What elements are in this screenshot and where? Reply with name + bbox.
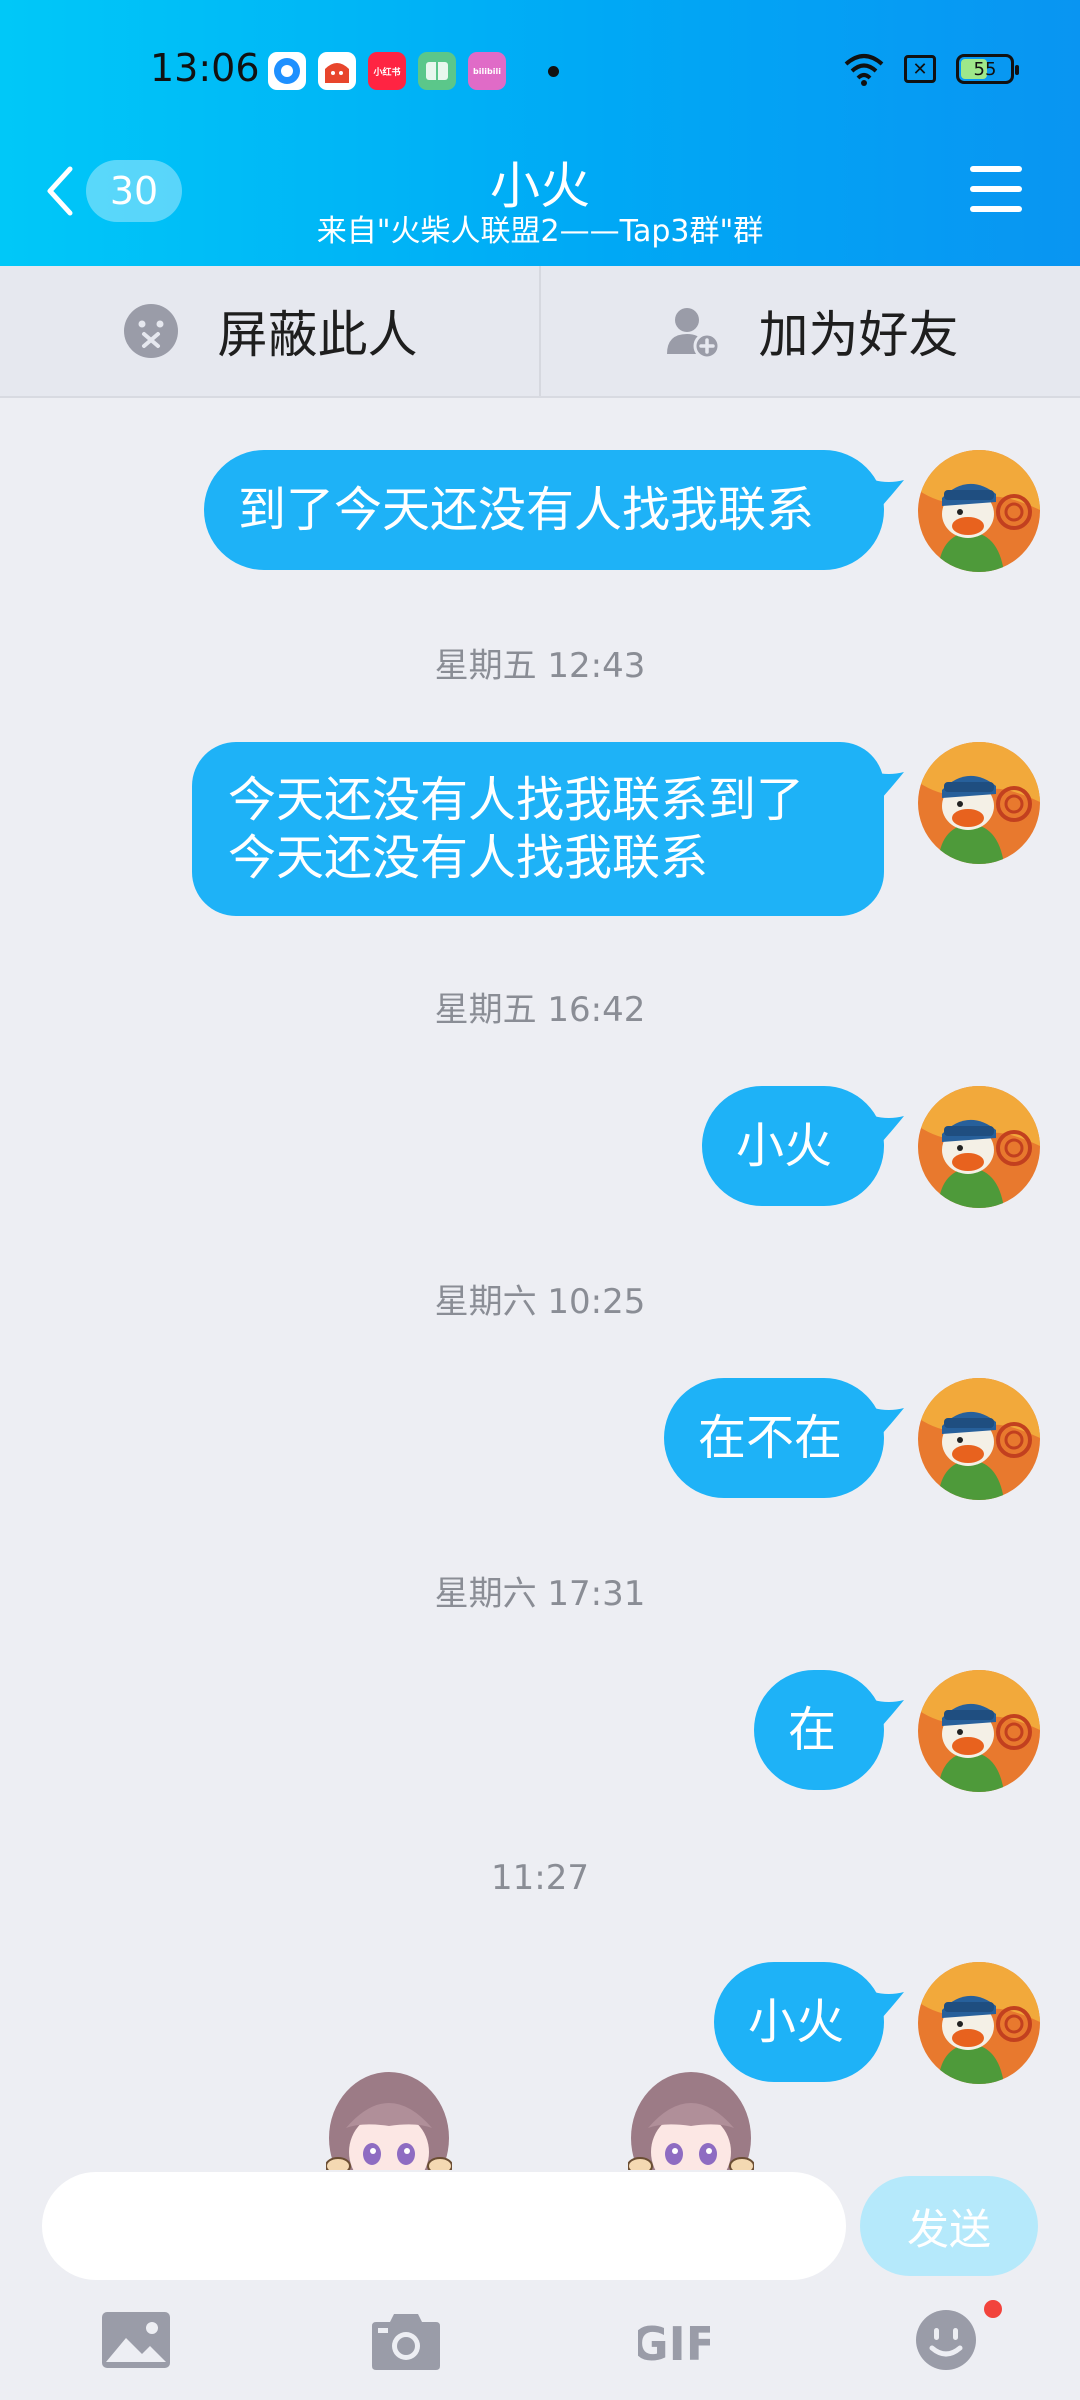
message-bubble[interactable]: 在不在 [664,1378,884,1498]
bubble-tail [874,1990,904,2020]
message-timestamp: 星期六 17:31 [434,1574,646,1614]
notification-dot [984,2300,1002,2318]
notification-icons: 小红书 bilibili [268,52,506,90]
message-app-icon [268,52,306,90]
add-friend-label: 加为好友 [758,306,959,364]
system-status: ✕ 55 [844,52,1019,86]
message-input[interactable] [42,2172,846,2280]
image-icon[interactable] [100,2308,172,2372]
nav-bar: 30 小火 来自"火柴人联盟2——Tap3群"群 [0,140,1080,266]
wifi-icon [844,54,884,86]
user-avatar[interactable] [918,450,1040,572]
message-bubble[interactable]: 小火 [714,1962,884,2082]
message-bubble[interactable]: 今天还没有人找我联系到了 今天还没有人找我联系 [192,742,884,916]
chat-header: 13:06 小红书 bilibili ✕ 55 30 小火 来自"火柴人联盟2—… [0,0,1080,266]
menu-icon-line [970,166,1022,172]
battery-level: 55 [973,58,997,80]
shop-app-icon [318,52,356,90]
add-friend-icon [666,308,720,360]
message-text: 在 [788,1702,837,1758]
message-bubble[interactable]: 小火 [702,1086,884,1206]
user-avatar[interactable] [918,1086,1040,1208]
add-friend-button[interactable]: 加为好友 [539,266,1080,396]
message-text: 在不在 [698,1410,843,1466]
message-timestamp: 星期五 16:42 [434,990,646,1030]
block-user-label: 屏蔽此人 [217,306,418,364]
book-app-icon [418,52,456,90]
gif-label: GIF [638,2317,710,2371]
user-avatar[interactable] [918,1378,1040,1500]
message-timestamp: 星期六 10:25 [434,1282,646,1322]
menu-icon-line [970,206,1022,212]
block-user-button[interactable]: 屏蔽此人 [0,266,539,396]
battery-icon: 55 [956,54,1019,84]
user-avatar[interactable] [918,1670,1040,1792]
message-line: 今天还没有人找我联系到了 [228,772,805,828]
bubble-tail [874,770,904,800]
message-text: 小火 [748,1994,845,2050]
send-button[interactable]: 发送 [860,2176,1038,2276]
message-text: 小火 [736,1118,833,1174]
xiaohongshu-label: 小红书 [373,67,401,78]
gif-icon[interactable]: GIF [638,2308,710,2372]
menu-button[interactable] [970,166,1022,216]
stranger-action-bar: 屏蔽此人 加为好友 [0,266,1080,398]
bilibili-label: bilibili [473,66,501,76]
bubble-tail [874,1114,904,1144]
message-text: 到了今天还没有人找我联系 [238,482,815,538]
block-icon [123,304,178,358]
message-timestamp: 星期五 12:43 [434,646,646,686]
mascot-sticker [326,2068,452,2172]
user-avatar[interactable] [918,1962,1040,2084]
no-sim-icon: ✕ [904,55,936,83]
bubble-tail [874,1698,904,1728]
bubble-tail [874,478,904,508]
bilibili-app-icon: bilibili [468,52,506,90]
bubble-tail [874,1406,904,1436]
message-text: 今天还没有人找我联系到了 今天还没有人找我联系 [228,771,804,887]
user-avatar[interactable] [918,742,1040,864]
status-bar: 13:06 小红书 bilibili ✕ 55 [0,0,1080,140]
message-timestamp: 11:27 [491,1858,589,1898]
message-bubble[interactable]: 到了今天还没有人找我联系 [204,450,884,570]
message-bubble[interactable]: 在 [754,1670,884,1790]
xiaohongshu-app-icon: 小红书 [368,52,406,90]
chat-subtitle: 来自"火柴人联盟2——Tap3群"群 [316,214,764,249]
more-notifications-dot [548,66,559,77]
message-line: 今天还没有人找我联系 [228,830,709,886]
status-time: 13:06 [150,46,260,90]
mascot-sticker [628,2068,754,2172]
emoji-icon[interactable] [910,2308,982,2372]
menu-icon-line [970,186,1022,192]
camera-icon[interactable] [370,2308,442,2372]
